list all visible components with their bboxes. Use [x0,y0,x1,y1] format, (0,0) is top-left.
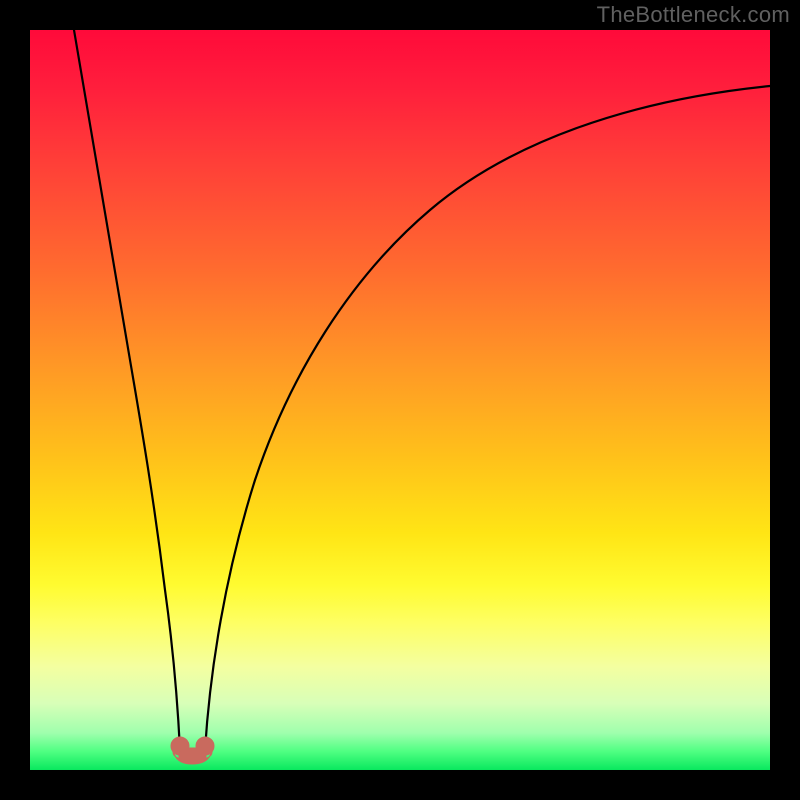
chart-canvas: TheBottleneck.com [0,0,800,800]
plot-gradient-area [30,30,770,770]
bottleneck-curve [30,30,770,770]
watermark-text: TheBottleneck.com [597,2,790,28]
curve-left-branch [74,30,180,750]
curve-minimum-marker [171,737,214,764]
curve-right-branch [205,86,770,750]
